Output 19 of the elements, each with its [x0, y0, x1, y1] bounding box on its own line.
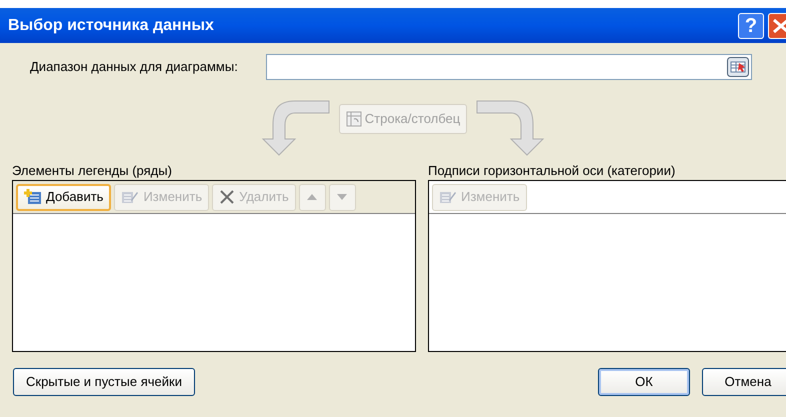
collapse-dialog-icon[interactable] — [727, 57, 749, 77]
add-button[interactable]: Добавить — [16, 184, 112, 210]
delete-x-icon — [219, 189, 236, 205]
legend-label: Элементы легенды (ряды) — [12, 162, 173, 180]
add-list-icon — [24, 189, 42, 205]
edit-list-icon — [121, 190, 140, 204]
axis-label: Подписи горизонтальной оси (категории) — [428, 162, 676, 180]
table-swap-icon — [346, 111, 362, 127]
help-button[interactable]: ? — [738, 12, 764, 38]
window-title: Выбор источника данных — [8, 16, 215, 36]
range-field[interactable] — [266, 54, 752, 80]
down-triangle-icon — [337, 194, 348, 200]
cancel-button[interactable]: Отмена — [702, 368, 786, 396]
edit-list-icon — [439, 190, 457, 204]
range-label: Диапазон данных для диаграммы: — [30, 58, 239, 76]
close-button[interactable] — [768, 12, 786, 38]
hidden-empty-cells-button[interactable]: Скрытые и пустые ячейки — [13, 368, 195, 396]
up-triangle-icon — [307, 194, 318, 200]
ok-button[interactable]: ОК — [598, 368, 690, 396]
